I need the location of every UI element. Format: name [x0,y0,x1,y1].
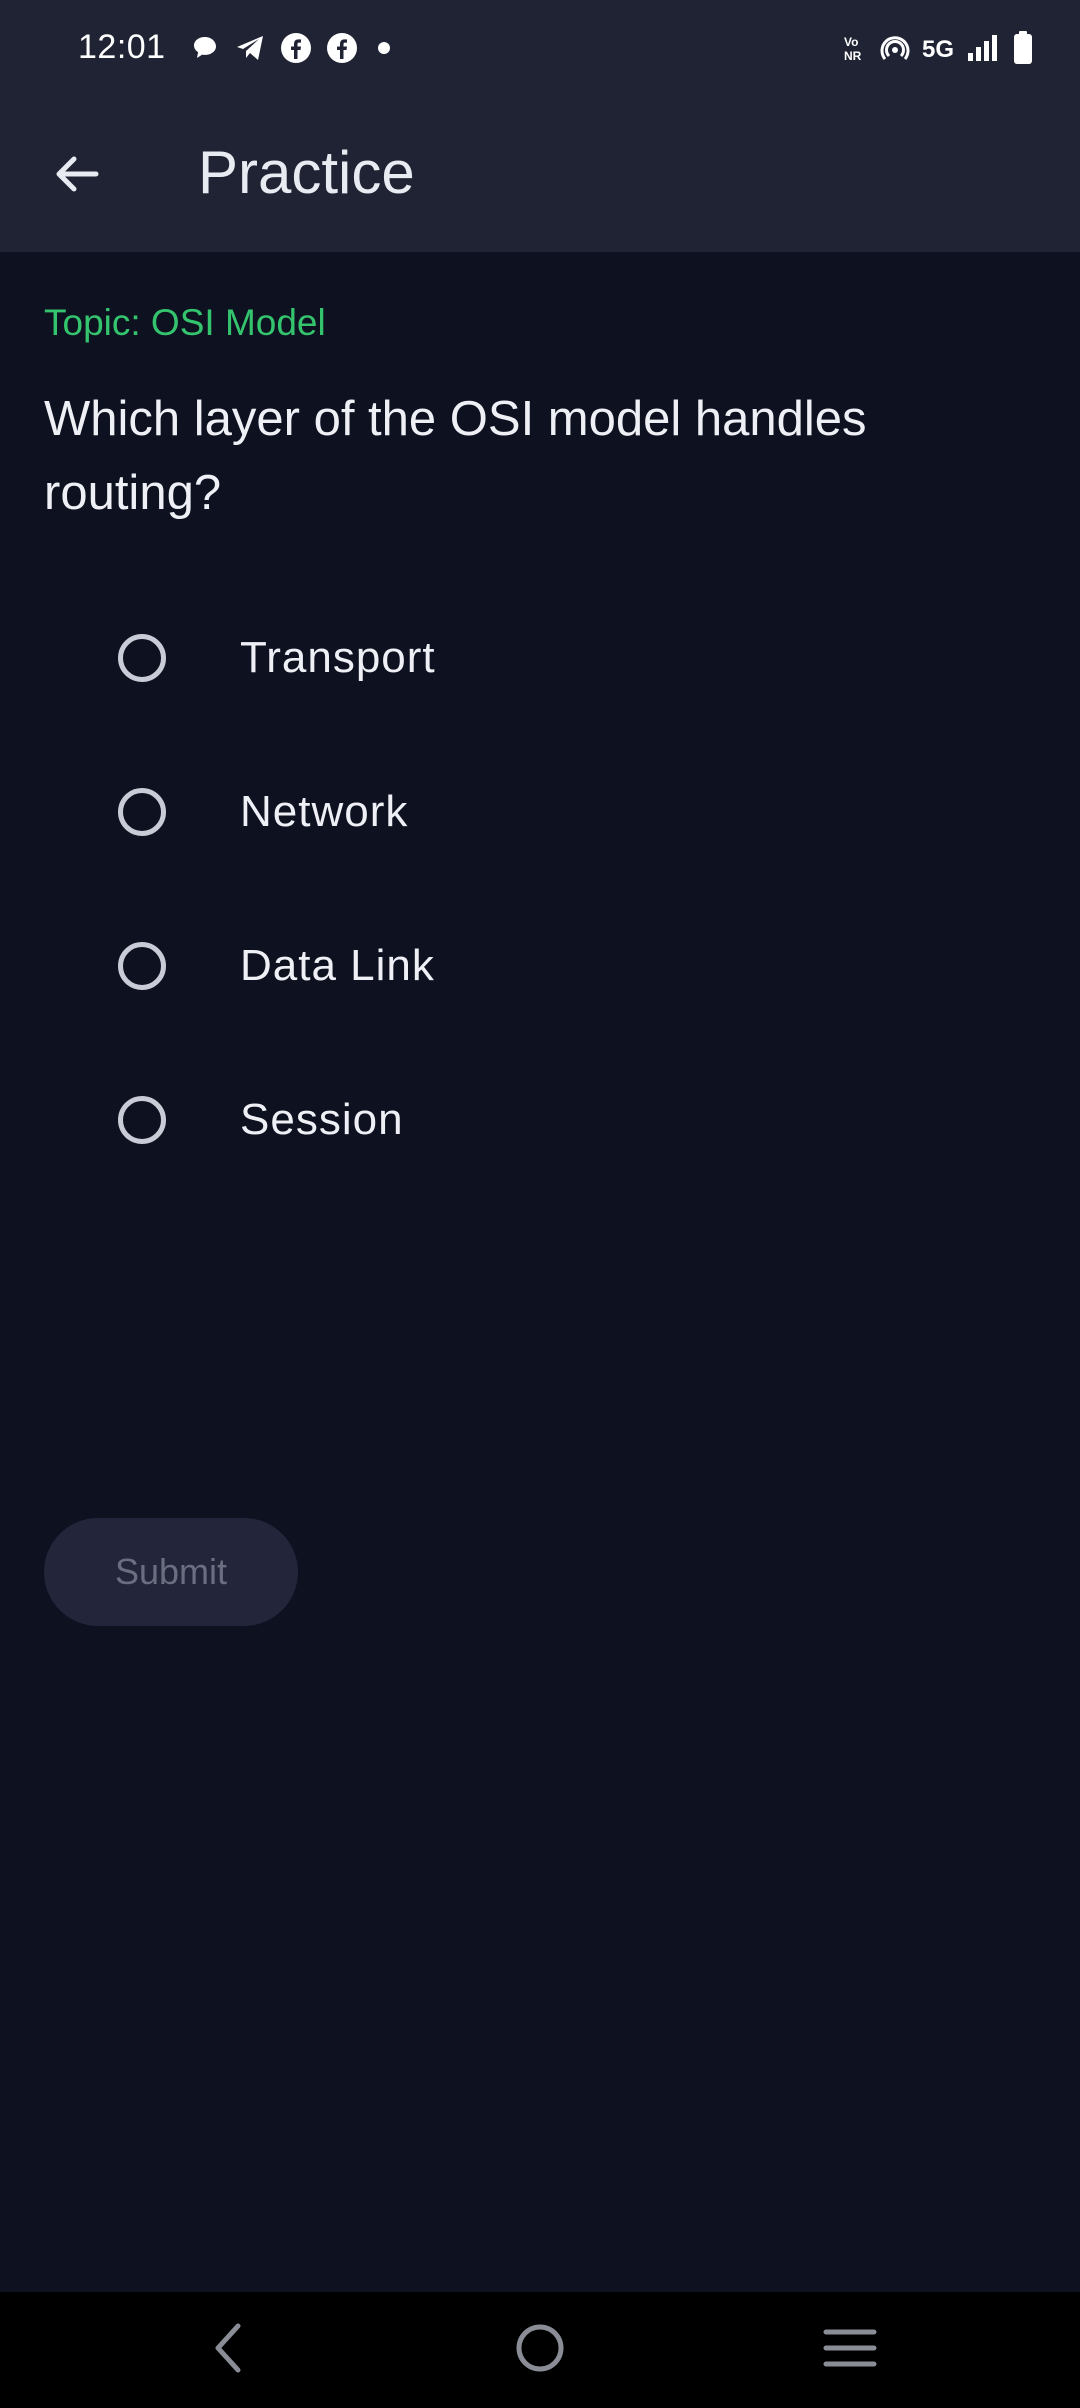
chat-bubble-icon [190,33,220,68]
option-label: Transport [240,633,436,682]
topic-label: Topic: OSI Model [44,302,326,343]
option-transport[interactable]: Transport [80,598,980,718]
submit-button[interactable]: Submit [44,1518,298,1626]
arrow-left-icon [50,148,102,205]
option-data-link[interactable]: Data Link [80,906,980,1026]
battery-icon [1012,30,1034,71]
recents-menu-icon [822,2326,878,2375]
page-title: Practice [198,139,415,206]
radio-button[interactable] [118,1096,166,1144]
svg-text:NR: NR [844,49,862,63]
facebook-icon [280,32,312,69]
app-bar [0,100,1080,252]
option-session[interactable]: Session [80,1060,980,1180]
network-type-label: 5G [921,36,954,63]
radio-button[interactable] [118,788,166,836]
system-icons: Vo NR 5G [842,30,1034,70]
nav-recents-button[interactable] [810,2316,890,2384]
option-label: Session [240,1095,404,1144]
back-chevron-icon [208,2320,248,2381]
status-time: 12:01 [78,28,166,66]
question-text: Which layer of the OSI model handles rou… [44,392,867,520]
facebook-icon [326,32,358,69]
telegram-icon [234,32,266,69]
dot-icon [372,36,396,65]
nav-home-button[interactable] [500,2316,580,2384]
home-circle-icon [514,2322,566,2379]
radio-button[interactable] [118,942,166,990]
notification-icons [190,30,396,70]
status-bar: 12:01 Vo NR 5G [0,0,1080,100]
hotspot-icon [880,33,910,68]
svg-text:Vo: Vo [844,35,858,49]
option-label: Data Link [240,941,435,990]
vonr-icon: Vo NR [842,33,868,68]
option-label: Network [240,787,409,836]
option-network[interactable]: Network [80,752,980,872]
back-button[interactable] [40,140,112,212]
radio-button[interactable] [118,634,166,682]
nav-back-button[interactable] [188,2316,268,2384]
signal-icon [966,33,1000,68]
